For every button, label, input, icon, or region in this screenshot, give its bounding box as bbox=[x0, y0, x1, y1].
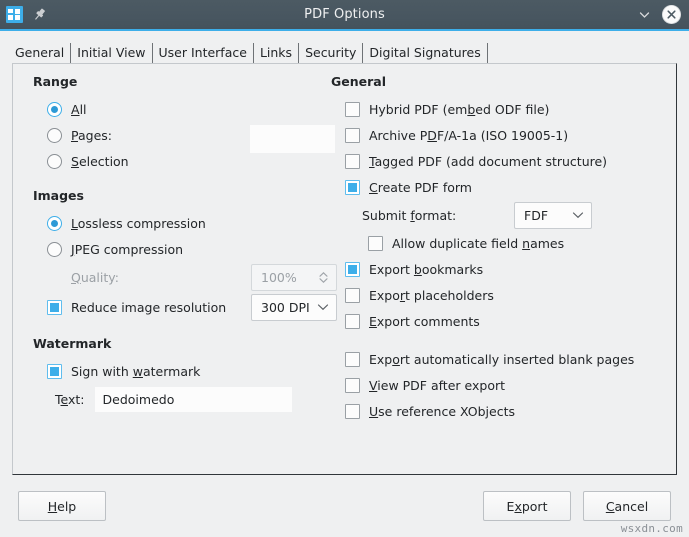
use-reference-xobjects-label: Use reference XObjects bbox=[369, 404, 515, 419]
range-option-all[interactable]: All bbox=[47, 96, 313, 122]
images-quality-row: Quality: 100% bbox=[47, 262, 313, 292]
create-pdf-form-label: Create PDF form bbox=[369, 180, 472, 195]
checkbox-sign-with-watermark[interactable] bbox=[47, 364, 62, 379]
archive-pdfa-label: Archive PDF/A-1a (ISO 19005-1) bbox=[369, 128, 568, 143]
radio-selection[interactable] bbox=[47, 154, 62, 169]
help-button[interactable]: Help bbox=[18, 491, 106, 521]
primary-button-group: Export Cancel bbox=[483, 491, 671, 521]
checkbox-row-export-blank-pages[interactable]: Export automatically inserted blank page… bbox=[345, 346, 676, 372]
export-comments-label: Export comments bbox=[369, 314, 480, 329]
checkbox-export-bookmarks[interactable] bbox=[345, 262, 360, 277]
range-option-selection[interactable]: Selection bbox=[47, 148, 313, 174]
dpi-dropdown[interactable]: 300 DPI bbox=[251, 294, 337, 321]
export-placeholders-label: Export placeholders bbox=[369, 288, 494, 303]
tab-user-interface[interactable]: User Interface bbox=[153, 43, 254, 63]
images-option-jpeg[interactable]: JPEG compression bbox=[47, 236, 313, 262]
pdf-options-dialog: PDF Options General Initial View User In… bbox=[0, 0, 689, 537]
images-option-lossless[interactable]: Lossless compression bbox=[47, 210, 313, 236]
checkbox-row-export-placeholders[interactable]: Export placeholders bbox=[345, 282, 676, 308]
radio-all[interactable] bbox=[47, 102, 62, 117]
checkbox-use-reference-xobjects[interactable] bbox=[345, 404, 360, 419]
checkbox-export-placeholders[interactable] bbox=[345, 288, 360, 303]
tab-digital-signatures[interactable]: Digital Signatures bbox=[363, 43, 487, 63]
submit-format-value: FDF bbox=[524, 208, 548, 223]
radio-lossless-compression[interactable] bbox=[47, 216, 62, 231]
submit-format-row: Submit format: FDF bbox=[362, 200, 676, 230]
dialog-button-bar: Help Export Cancel wsxdn.com bbox=[0, 475, 689, 537]
right-column: General Hybrid PDF (embed ODF file) Arch… bbox=[313, 74, 676, 474]
checkbox-view-pdf-after-export[interactable] bbox=[345, 378, 360, 393]
chevron-down-icon[interactable] bbox=[636, 6, 653, 23]
close-icon[interactable] bbox=[662, 5, 681, 24]
view-pdf-after-export-label: View PDF after export bbox=[369, 378, 505, 393]
radio-pages[interactable] bbox=[47, 128, 62, 143]
spinner-arrows-icon[interactable] bbox=[318, 270, 329, 285]
checkbox-create-pdf-form[interactable] bbox=[345, 180, 360, 195]
watermark-text-row: Text: Dedoimedo bbox=[55, 384, 313, 414]
images-option-lossless-label: Lossless compression bbox=[71, 216, 206, 231]
window-title: PDF Options bbox=[0, 7, 689, 22]
export-blank-pages-label: Export automatically inserted blank page… bbox=[369, 352, 634, 367]
document-properties-icon bbox=[6, 6, 23, 23]
general-tab-panel: Range All Pages: Selection Images Lossle… bbox=[12, 63, 677, 475]
range-option-pages-label: Pages: bbox=[71, 128, 112, 143]
watermark-text-label: Text: bbox=[55, 392, 85, 407]
quality-spinner[interactable]: 100% bbox=[251, 264, 337, 291]
watermark-text-input[interactable]: Dedoimedo bbox=[95, 387, 292, 412]
site-watermark: wsxdn.com bbox=[621, 522, 683, 535]
allow-duplicate-field-names-label: Allow duplicate field names bbox=[392, 236, 564, 251]
checkbox-tagged-pdf[interactable] bbox=[345, 154, 360, 169]
checkbox-row-hybrid-pdf[interactable]: Hybrid PDF (embed ODF file) bbox=[345, 96, 676, 122]
checkbox-row-export-comments[interactable]: Export comments bbox=[345, 308, 676, 334]
chevron-down-icon bbox=[572, 211, 584, 219]
hybrid-pdf-label: Hybrid PDF (embed ODF file) bbox=[369, 102, 549, 117]
range-option-pages[interactable]: Pages: bbox=[47, 122, 313, 148]
checkbox-row-tagged-pdf[interactable]: Tagged PDF (add document structure) bbox=[345, 148, 676, 174]
title-bar-controls bbox=[636, 5, 681, 24]
checkbox-row-use-reference-xobjects[interactable]: Use reference XObjects bbox=[345, 398, 676, 424]
checkbox-allow-duplicate-field-names[interactable] bbox=[368, 236, 383, 251]
tab-initial-view[interactable]: Initial View bbox=[71, 43, 152, 63]
images-group-title: Images bbox=[33, 188, 313, 203]
submit-format-label: Submit format: bbox=[362, 208, 456, 223]
checkbox-row-view-pdf-after-export[interactable]: View PDF after export bbox=[345, 372, 676, 398]
watermark-group-title: Watermark bbox=[33, 336, 313, 351]
tab-security[interactable]: Security bbox=[299, 43, 363, 63]
checkbox-reduce-image-resolution[interactable] bbox=[47, 300, 62, 315]
tab-general[interactable]: General bbox=[12, 43, 71, 63]
tagged-pdf-label: Tagged PDF (add document structure) bbox=[369, 154, 607, 169]
radio-jpeg-compression[interactable] bbox=[47, 242, 62, 257]
checkbox-row-archive-pdfa[interactable]: Archive PDF/A-1a (ISO 19005-1) bbox=[345, 122, 676, 148]
checkbox-row-allow-duplicate-field-names[interactable]: Allow duplicate field names bbox=[368, 230, 676, 256]
range-group-title: Range bbox=[33, 74, 313, 89]
reduce-image-resolution-label: Reduce image resolution bbox=[71, 300, 226, 315]
quality-label: Quality: bbox=[71, 270, 119, 285]
chevron-down-icon bbox=[317, 303, 329, 311]
range-option-selection-label: Selection bbox=[71, 154, 129, 169]
dpi-value: 300 DPI bbox=[261, 300, 310, 315]
export-button[interactable]: Export bbox=[483, 491, 571, 521]
pin-icon[interactable] bbox=[32, 7, 47, 22]
images-option-jpeg-label: JPEG compression bbox=[71, 242, 183, 257]
watermark-sign-row[interactable]: Sign with watermark bbox=[47, 358, 313, 384]
tab-strip: General Initial View User Interface Link… bbox=[0, 31, 689, 63]
sign-with-watermark-label: Sign with watermark bbox=[71, 364, 200, 379]
images-reduce-resolution-row[interactable]: Reduce image resolution 300 DPI bbox=[47, 292, 313, 322]
title-bar: PDF Options bbox=[0, 0, 689, 31]
export-bookmarks-label: Export bookmarks bbox=[369, 262, 483, 277]
checkbox-export-blank-pages[interactable] bbox=[345, 352, 360, 367]
checkbox-archive-pdfa[interactable] bbox=[345, 128, 360, 143]
cancel-button[interactable]: Cancel bbox=[583, 491, 671, 521]
submit-format-dropdown[interactable]: FDF bbox=[514, 202, 592, 229]
left-column: Range All Pages: Selection Images Lossle… bbox=[13, 74, 313, 474]
checkbox-row-create-pdf-form[interactable]: Create PDF form bbox=[345, 174, 676, 200]
checkbox-hybrid-pdf[interactable] bbox=[345, 102, 360, 117]
checkbox-row-export-bookmarks[interactable]: Export bookmarks bbox=[345, 256, 676, 282]
title-bar-left-icons bbox=[6, 6, 47, 23]
range-option-all-label: All bbox=[71, 102, 87, 117]
tab-links[interactable]: Links bbox=[254, 43, 299, 63]
general-group-title: General bbox=[331, 74, 676, 89]
checkbox-export-comments[interactable] bbox=[345, 314, 360, 329]
quality-value: 100% bbox=[261, 270, 297, 285]
